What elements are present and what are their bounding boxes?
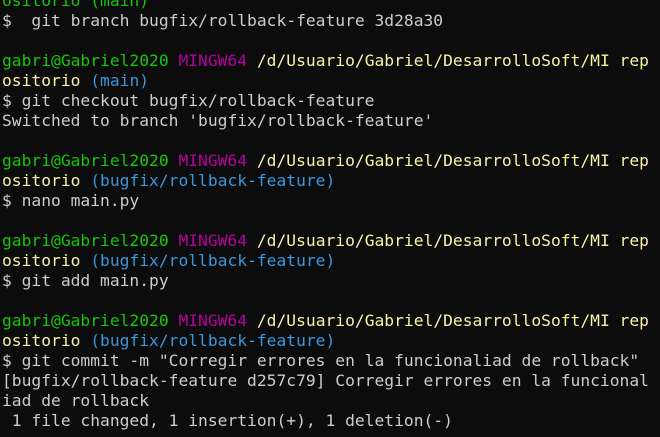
output-text: $ git branch bugfix/rollback-feature 3d2… [2, 11, 444, 30]
output-text: iad de rollback [2, 391, 150, 410]
terminal-line: 1 file changed, 1 insertion(+), 1 deleti… [2, 411, 660, 431]
terminal-line: ositorio (main) [2, 71, 660, 91]
prompt-path: /d/Usuario/Gabriel/DesarrolloSoft/MI rep [256, 311, 649, 330]
output-text: $ git add main.py [2, 271, 169, 290]
terminal-line: $ nano main.py [2, 191, 660, 211]
prompt-path: ositorio [2, 251, 91, 270]
terminal-line: $ git add main.py [2, 271, 660, 291]
terminal-line: $ git branch bugfix/rollback-feature 3d2… [2, 11, 660, 31]
terminal-line: gabri@Gabriel2020 MINGW64 /d/Usuario/Gab… [2, 231, 660, 251]
prompt-path: ositorio [2, 71, 91, 90]
prompt-msystem: MINGW64 [178, 311, 257, 330]
terminal-line: ositorio (bugfix/rollback-feature) [2, 331, 660, 351]
prompt-path: ositorio [2, 171, 91, 190]
output-text: $ git checkout bugfix/rollback-feature [2, 91, 375, 110]
prompt-branch: (bugfix/rollback-feature) [90, 331, 336, 350]
terminal-line: Switched to branch 'bugfix/rollback-feat… [2, 111, 660, 131]
prompt-path: ositorio [2, 331, 91, 350]
terminal-line: [bugfix/rollback-feature d257c79] Correg… [2, 371, 660, 391]
prompt-msystem: MINGW64 [178, 151, 257, 170]
prompt-user-host: gabri@Gabriel2020 [2, 51, 179, 70]
prompt-user-host: gabri@Gabriel2020 [2, 151, 179, 170]
prompt-user-host: gabri@Gabriel2020 [2, 311, 179, 330]
prompt-path: /d/Usuario/Gabriel/DesarrolloSoft/MI rep [256, 51, 649, 70]
terminal-line: $ git commit -m "Corregir errores en la … [2, 351, 660, 371]
terminal-line: ositorio (bugfix/rollback-feature) [2, 251, 660, 271]
prompt-branch: (main) [90, 71, 150, 90]
prompt-user-host: ositorio (main) [2, 0, 150, 10]
output-text: 1 file changed, 1 insertion(+), 1 deleti… [2, 411, 453, 430]
terminal-output: ositorio (main) $ git branch bugfix/rollb… [2, 0, 660, 431]
terminal-line: gabri@Gabriel2020 MINGW64 /d/Usuario/Gab… [2, 151, 660, 171]
prompt-path: /d/Usuario/Gabriel/DesarrolloSoft/MI rep [256, 151, 649, 170]
prompt-branch: (bugfix/rollback-feature) [90, 171, 336, 190]
terminal-line: gabri@Gabriel2020 MINGW64 /d/Usuario/Gab… [2, 51, 660, 71]
prompt-path: /d/Usuario/Gabriel/DesarrolloSoft/MI rep [256, 231, 649, 250]
output-text: $ git commit -m "Corregir errores en la … [2, 351, 640, 370]
terminal-window[interactable]: ositorio (main) $ git branch bugfix/rollb… [0, 0, 660, 437]
terminal-line: $ git checkout bugfix/rollback-feature [2, 91, 660, 111]
prompt-msystem: MINGW64 [178, 231, 257, 250]
prompt-msystem: MINGW64 [178, 51, 257, 70]
prompt-user-host: gabri@Gabriel2020 [2, 231, 179, 250]
prompt-branch: (bugfix/rollback-feature) [90, 251, 336, 270]
terminal-line: iad de rollback [2, 391, 660, 411]
output-text: $ nano main.py [2, 191, 140, 210]
output-text: Switched to branch 'bugfix/rollback-feat… [2, 111, 434, 130]
output-text: [bugfix/rollback-feature d257c79] Correg… [2, 371, 649, 390]
terminal-line: ositorio (main) [2, 0, 660, 11]
terminal-line: ositorio (bugfix/rollback-feature) [2, 171, 660, 191]
terminal-line: gabri@Gabriel2020 MINGW64 /d/Usuario/Gab… [2, 311, 660, 331]
